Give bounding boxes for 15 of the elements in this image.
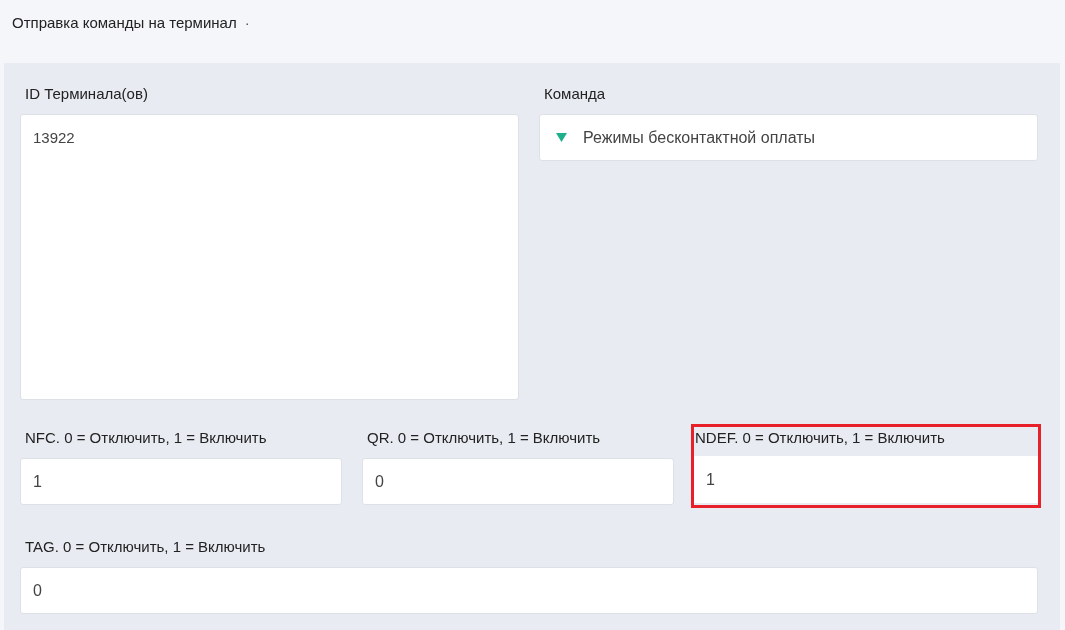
input-field[interactable]: 1	[694, 456, 1038, 503]
input-field[interactable]: 0	[20, 567, 1038, 614]
field-label: QR. 0 = Отключить, 1 = Включить	[367, 429, 602, 447]
field-label: ID Терминала(ов)	[25, 85, 149, 103]
field-label: TAG. 0 = Отключить, 1 = Включить	[25, 538, 267, 556]
field-label: NDEF. 0 = Отключить, 1 = Включить	[695, 429, 946, 447]
field-label: Команда	[544, 85, 607, 103]
input-field[interactable]: 1	[20, 458, 342, 505]
command-select[interactable]: Режимы бесконтактной оплаты	[539, 114, 1038, 161]
input-field[interactable]: 0	[362, 458, 674, 505]
field-label: NFC. 0 = Отключить, 1 = Включить	[25, 429, 268, 447]
page-title: Отправка команды на терминал	[12, 14, 237, 31]
terminal-ids-field[interactable]: 13922	[20, 114, 519, 400]
caret-icon	[556, 133, 567, 142]
title-marker: ·	[244, 14, 250, 31]
